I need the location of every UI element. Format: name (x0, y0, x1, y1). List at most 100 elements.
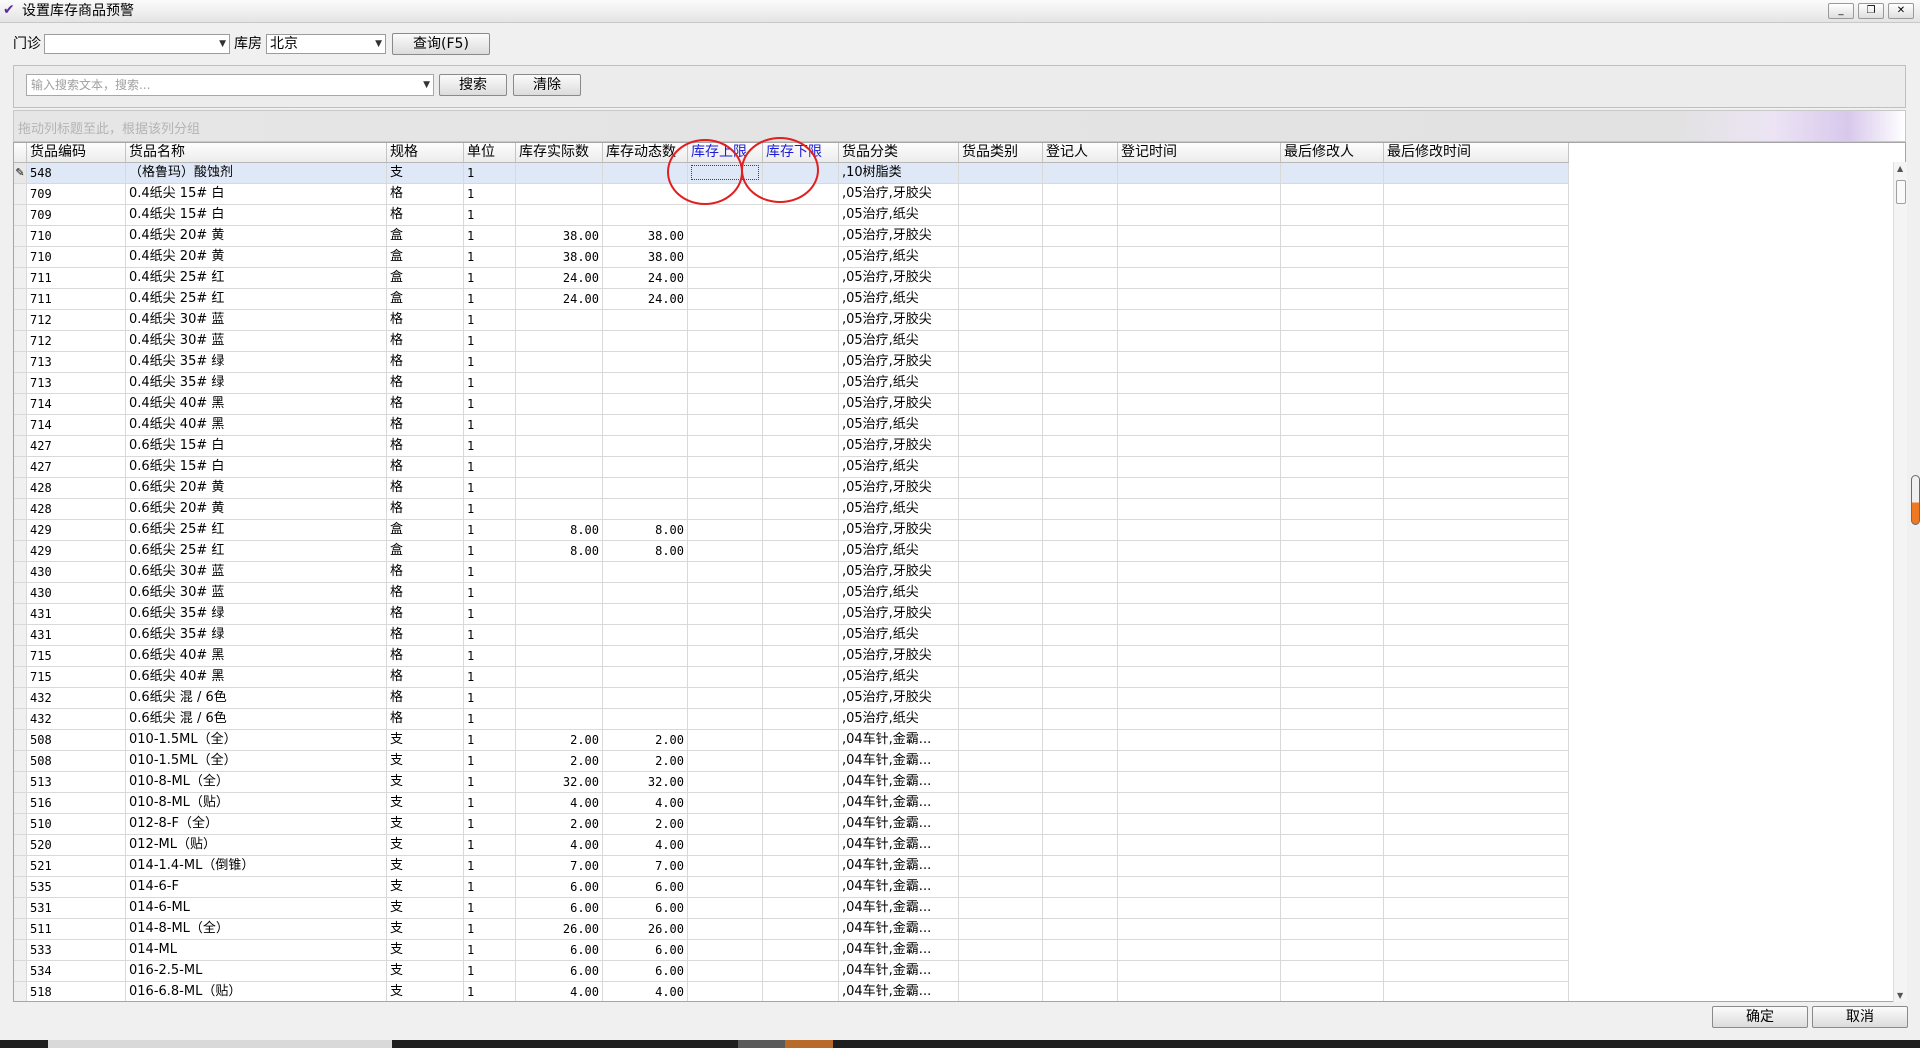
row-indicator[interactable] (14, 184, 27, 205)
cell-lower-limit[interactable] (763, 226, 839, 247)
cell-mod-time[interactable] (1384, 394, 1569, 415)
cell-type[interactable] (959, 373, 1043, 394)
cell-spec[interactable]: 支 (387, 772, 464, 793)
row-indicator[interactable] (14, 835, 27, 856)
taskbar-item[interactable] (48, 1040, 392, 1048)
cell-type[interactable] (959, 436, 1043, 457)
cell-lower-limit[interactable] (763, 772, 839, 793)
scroll-down-icon[interactable]: ▼ (1897, 991, 1903, 1000)
column-header-lower-limit[interactable]: 库存下限 (763, 143, 839, 162)
cell-actual-qty[interactable]: 38.00 (516, 226, 603, 247)
cell-registrant[interactable] (1043, 394, 1118, 415)
cell-dynamic-qty[interactable] (603, 667, 688, 688)
cell-registrant[interactable] (1043, 856, 1118, 877)
cell-mod-time[interactable] (1384, 583, 1569, 604)
cell-unit[interactable]: 1 (464, 478, 516, 499)
cell-name[interactable]: 0.4纸尖 35# 绿 (126, 352, 387, 373)
cell-upper-limit[interactable] (688, 772, 763, 793)
row-indicator[interactable] (14, 520, 27, 541)
cell-code[interactable]: 508 (27, 730, 126, 751)
table-row[interactable]: 508 010-1.5ML（全）支 1 2.00 2.00,04车针,金霸... (14, 751, 1569, 772)
cell-dynamic-qty[interactable]: 8.00 (603, 541, 688, 562)
column-header-upper-limit[interactable]: 库存上限 (688, 143, 763, 162)
close-button[interactable]: ✕ (1888, 3, 1914, 19)
table-row[interactable]: 531 014-6-ML 支 1 6.00 6.00,04车针,金霸... (14, 898, 1569, 919)
cell-unit[interactable]: 1 (464, 709, 516, 730)
cell-name[interactable]: 0.6纸尖 20# 黄 (126, 478, 387, 499)
row-indicator[interactable] (14, 625, 27, 646)
cell-upper-limit[interactable] (688, 247, 763, 268)
cell-modifier[interactable] (1281, 310, 1384, 331)
cell-modifier[interactable] (1281, 520, 1384, 541)
cell-name[interactable]: 010-8-ML（贴） (126, 793, 387, 814)
cell-unit[interactable]: 1 (464, 373, 516, 394)
cell-unit[interactable]: 1 (464, 520, 516, 541)
cell-unit[interactable]: 1 (464, 982, 516, 1001)
cell-unit[interactable]: 1 (464, 688, 516, 709)
cell-code[interactable]: 710 (27, 226, 126, 247)
cell-modifier[interactable] (1281, 499, 1384, 520)
cell-reg-time[interactable] (1118, 226, 1281, 247)
cell-upper-limit[interactable] (688, 226, 763, 247)
cell-reg-time[interactable] (1118, 520, 1281, 541)
cell-upper-limit[interactable] (688, 961, 763, 982)
cell-modifier[interactable] (1281, 541, 1384, 562)
cell-name[interactable]: 016-2.5-ML (126, 961, 387, 982)
cell-reg-time[interactable] (1118, 436, 1281, 457)
cell-upper-limit[interactable] (688, 877, 763, 898)
cell-dynamic-qty[interactable]: 8.00 (603, 520, 688, 541)
cell-upper-limit[interactable] (688, 268, 763, 289)
cell-reg-time[interactable] (1118, 163, 1281, 184)
row-indicator[interactable] (14, 688, 27, 709)
cell-name[interactable]: 014-6-F (126, 877, 387, 898)
cell-type[interactable] (959, 499, 1043, 520)
cell-dynamic-qty[interactable] (603, 310, 688, 331)
cell-mod-time[interactable] (1384, 226, 1569, 247)
cell-lower-limit[interactable] (763, 877, 839, 898)
cell-spec[interactable]: 支 (387, 856, 464, 877)
cell-type[interactable] (959, 667, 1043, 688)
cell-category[interactable]: ,04车针,金霸... (839, 982, 959, 1001)
cell-code[interactable]: 709 (27, 205, 126, 226)
cell-mod-time[interactable] (1384, 961, 1569, 982)
cell-name[interactable]: 0.4纸尖 40# 黑 (126, 415, 387, 436)
cell-lower-limit[interactable] (763, 163, 839, 184)
cell-code[interactable]: 521 (27, 856, 126, 877)
cell-unit[interactable]: 1 (464, 940, 516, 961)
cell-category[interactable]: ,05治疗,牙胶尖 (839, 646, 959, 667)
table-row[interactable]: 432 0.6纸尖 混 / 6色格 1 ,05治疗,纸尖 (14, 709, 1569, 730)
cell-upper-limit[interactable] (688, 310, 763, 331)
cell-upper-limit[interactable] (688, 793, 763, 814)
cell-code[interactable]: 715 (27, 667, 126, 688)
cell-reg-time[interactable] (1118, 373, 1281, 394)
cell-actual-qty[interactable] (516, 688, 603, 709)
cell-lower-limit[interactable] (763, 583, 839, 604)
cell-lower-limit[interactable] (763, 415, 839, 436)
cell-dynamic-qty[interactable]: 4.00 (603, 793, 688, 814)
cell-modifier[interactable] (1281, 856, 1384, 877)
table-row[interactable]: 710 0.4纸尖 20# 黄盒 1 38.00 38.00,05治疗,纸尖 (14, 247, 1569, 268)
cell-lower-limit[interactable] (763, 751, 839, 772)
cell-mod-time[interactable] (1384, 604, 1569, 625)
cell-unit[interactable]: 1 (464, 961, 516, 982)
cell-unit[interactable]: 1 (464, 184, 516, 205)
cell-code[interactable]: 429 (27, 520, 126, 541)
cell-lower-limit[interactable] (763, 247, 839, 268)
cell-code[interactable]: 428 (27, 499, 126, 520)
cell-spec[interactable]: 支 (387, 919, 464, 940)
cell-type[interactable] (959, 814, 1043, 835)
cell-spec[interactable]: 格 (387, 184, 464, 205)
cell-code[interactable]: 428 (27, 478, 126, 499)
cell-unit[interactable]: 1 (464, 919, 516, 940)
cell-type[interactable] (959, 352, 1043, 373)
vertical-scrollbar[interactable]: ▲ ▼ (1893, 162, 1907, 1002)
cell-dynamic-qty[interactable] (603, 646, 688, 667)
table-row[interactable]: 428 0.6纸尖 20# 黄格 1 ,05治疗,纸尖 (14, 499, 1569, 520)
cell-registrant[interactable] (1043, 667, 1118, 688)
cell-actual-qty[interactable] (516, 499, 603, 520)
cell-modifier[interactable] (1281, 184, 1384, 205)
cell-type[interactable] (959, 415, 1043, 436)
scrollbar-thumb[interactable] (1896, 180, 1906, 204)
table-row[interactable]: 533 014-ML 支 1 6.00 6.00,04车针,金霸... (14, 940, 1569, 961)
cell-mod-time[interactable] (1384, 352, 1569, 373)
